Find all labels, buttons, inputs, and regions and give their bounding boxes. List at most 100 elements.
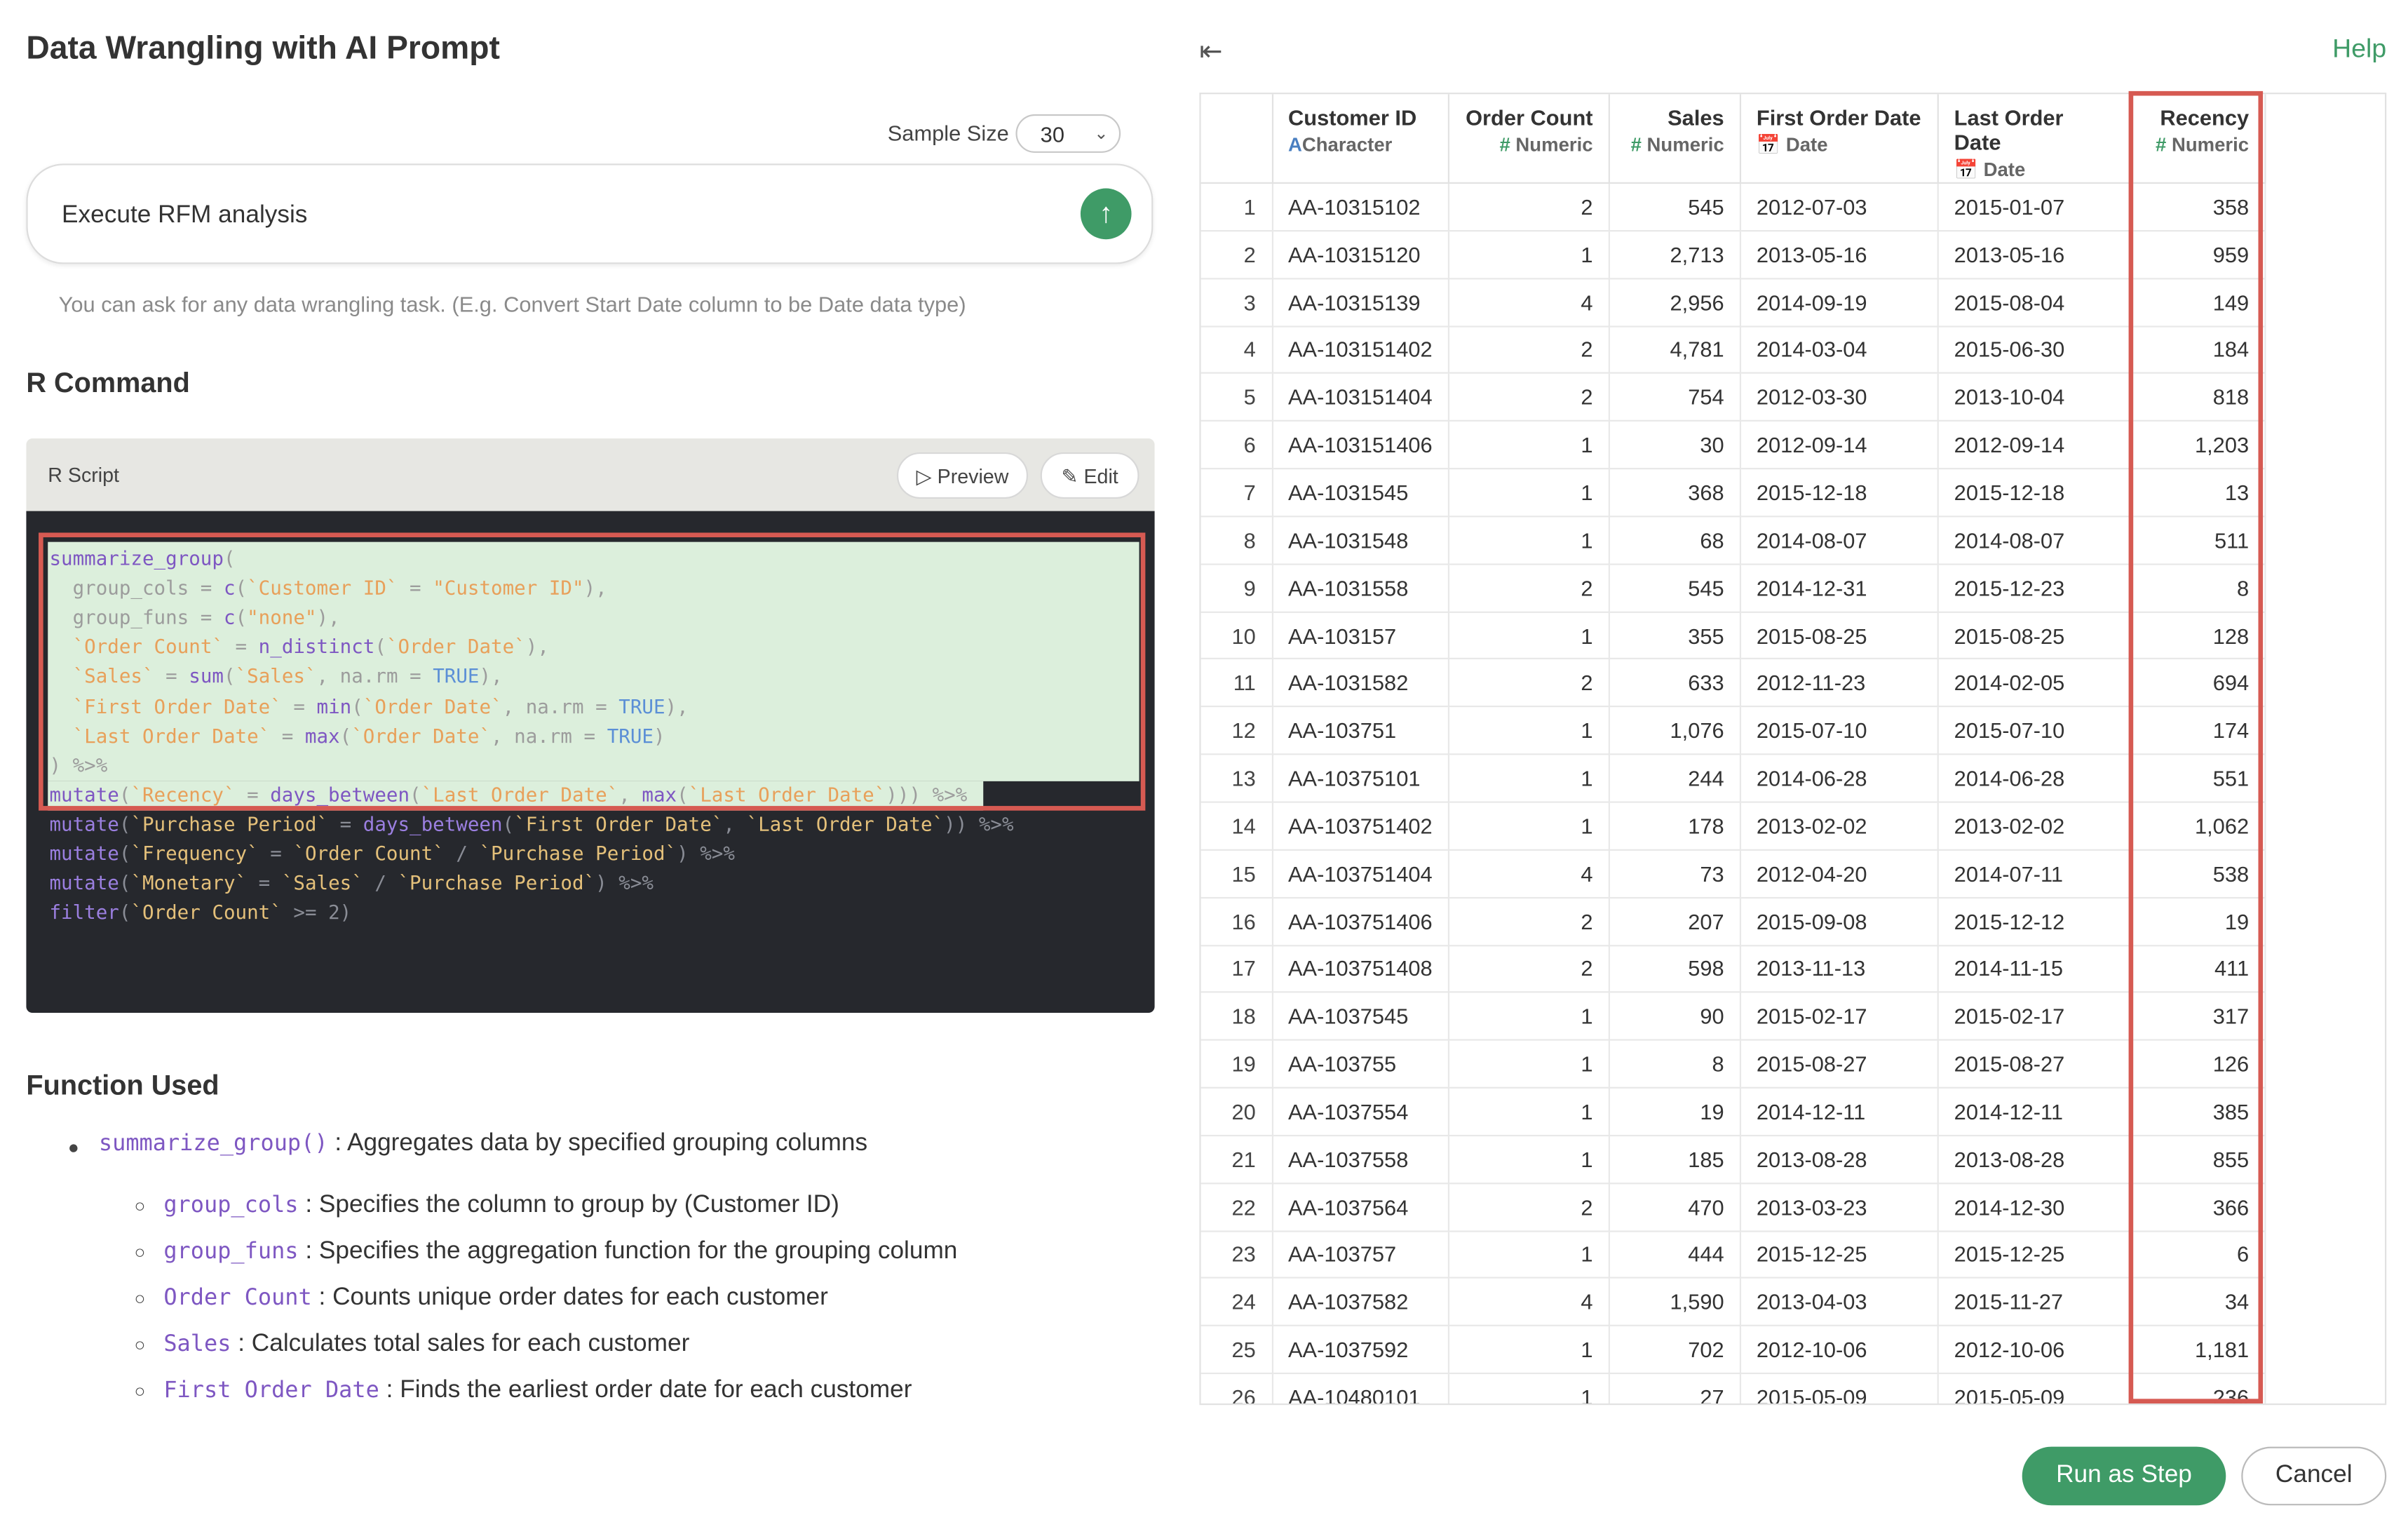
prompt-input[interactable]: Execute RFM analysis ↑ <box>26 163 1154 264</box>
highlight-box <box>39 532 1146 811</box>
table-row[interactable]: 10 AA-103157 1 355 2015-08-25 2015-08-25 128 <box>1200 611 2266 660</box>
table-row[interactable]: 16 AA-103751406 2 207 2015-09-08 2015-12-12 19 <box>1200 897 2266 946</box>
row-number-cell: 22 <box>1200 1183 1273 1232</box>
table-cell: 2 <box>1448 659 1610 708</box>
script-header: R Script ▷ Preview ✎ Edit <box>26 438 1155 511</box>
table-cell: 2012-11-23 <box>1740 659 1939 708</box>
table-row[interactable]: 18 AA-1037545 1 90 2015-02-17 2015-02-17 317 <box>1200 992 2266 1042</box>
row-number-cell: 11 <box>1200 659 1273 708</box>
table-cell: 2 <box>1448 182 1610 231</box>
column-header[interactable]: First Order Date 📅 Date <box>1740 94 1939 184</box>
table-cell: 1 <box>1448 611 1610 660</box>
column-header[interactable]: Sales # Numeric <box>1609 94 1741 184</box>
table-cell: 754 <box>1609 373 1741 422</box>
table-row[interactable]: 1 AA-10315102 2 545 2012-07-03 2015-01-07 358 <box>1200 182 2266 231</box>
table-cell: 1 <box>1448 1230 1610 1279</box>
table-row[interactable]: 13 AA-10375101 1 244 2014-06-28 2014-06-28 551 <box>1200 754 2266 803</box>
column-name: Last Order Date <box>1954 105 2064 155</box>
table-row[interactable]: 25 AA-1037592 1 702 2012-10-06 2012-10-06 1,18… <box>1200 1326 2266 1375</box>
table-row[interactable]: 11 AA-1031582 2 633 2012-11-23 2014-02-05 694 <box>1200 659 2266 708</box>
table-row[interactable]: 6 AA-103151406 1 30 2012-09-14 2012-09-14 1,20… <box>1200 421 2266 470</box>
table-cell: 1,590 <box>1609 1278 1741 1327</box>
table-cell: 2015-05-09 <box>1937 1373 2134 1403</box>
send-button[interactable]: ↑ <box>1080 188 1132 240</box>
table-row[interactable]: 2 AA-10315120 1 2,713 2013-05-16 2013-05-16 95… <box>1200 230 2266 279</box>
run-as-step-button[interactable]: Run as Step <box>2022 1446 2226 1506</box>
table-row[interactable]: 26 AA-10480101 1 27 2015-05-09 2015-05-09 236 <box>1200 1373 2266 1403</box>
column-type: 📅 Date <box>1756 134 1828 156</box>
column-header[interactable]: Last Order Date 📅 Date <box>1937 94 2134 184</box>
table-cell: 2015-11-27 <box>1937 1278 2134 1327</box>
table-row[interactable]: 5 AA-103151404 2 754 2012-03-30 2013-10-04 818 <box>1200 373 2266 422</box>
table-cell: 185 <box>1609 1135 1741 1184</box>
table-row[interactable]: 9 AA-1031558 2 545 2014-12-31 2015-12-23 8 <box>1200 564 2266 613</box>
table-cell: 1 <box>1448 230 1610 279</box>
table-cell: 1 <box>1448 1039 1610 1089</box>
column-header[interactable]: Order Count # Numeric <box>1448 94 1610 184</box>
table-row[interactable]: 4 AA-103151402 2 4,781 2014-03-04 2015-06-30 1… <box>1200 325 2266 375</box>
table-cell: AA-103751402 <box>1271 802 1449 851</box>
table-row[interactable]: 24 AA-1037582 4 1,590 2013-04-03 2015-11-27 34 <box>1200 1278 2266 1327</box>
table-row[interactable]: 15 AA-103751404 4 73 2012-04-20 2014-07-11 538 <box>1200 849 2266 898</box>
table-row[interactable]: 21 AA-1037558 1 185 2013-08-28 2013-08-28 855 <box>1200 1135 2266 1184</box>
table-cell: AA-103751404 <box>1271 849 1449 898</box>
table-row[interactable]: 12 AA-103751 1 1,076 2015-07-10 2015-07-10 174 <box>1200 706 2266 755</box>
help-link[interactable]: Help <box>2332 34 2386 65</box>
table-cell: 4,781 <box>1609 325 1741 375</box>
table-cell: 2015-08-27 <box>1937 1039 2134 1089</box>
edit-button[interactable]: ✎ Edit <box>1040 452 1139 499</box>
function-sub-item: Order Count : Counts unique order dates … <box>163 1284 828 1312</box>
table-cell: AA-103151404 <box>1271 373 1449 422</box>
preview-button[interactable]: ▷ Preview <box>896 452 1029 499</box>
table-cell: 2 <box>1448 373 1610 422</box>
column-name: First Order Date <box>1756 105 1921 130</box>
table-cell: 2015-12-23 <box>1937 564 2134 613</box>
script-label: R Script <box>48 463 120 487</box>
table-cell: 2014-09-19 <box>1740 278 1939 327</box>
table-row[interactable]: 20 AA-1037554 1 19 2014-12-11 2014-12-11 385 <box>1200 1087 2266 1136</box>
column-type: # Numeric <box>1499 134 1593 156</box>
sample-size-select[interactable]: 30 ⌄ <box>1015 114 1121 153</box>
table-row[interactable]: 7 AA-1031545 1 368 2015-12-18 2015-12-18 13 <box>1200 469 2266 518</box>
table-cell: AA-1037545 <box>1271 992 1449 1042</box>
row-number-cell: 6 <box>1200 421 1273 470</box>
table-row[interactable]: 19 AA-103755 1 8 2015-08-27 2015-08-27 126 <box>1200 1039 2266 1089</box>
table-cell: 2012-07-03 <box>1740 182 1939 231</box>
table-cell: 2015-12-18 <box>1937 469 2134 518</box>
table-cell: AA-103757 <box>1271 1230 1449 1279</box>
app-root: Data Wrangling with AI Prompt Sample Siz… <box>0 0 2408 1514</box>
table-row[interactable]: 8 AA-1031548 1 68 2014-08-07 2014-08-07 511 <box>1200 516 2266 565</box>
table-row[interactable]: 14 AA-103751402 1 178 2013-02-02 2013-02-02 1,… <box>1200 802 2266 851</box>
table-cell: 1 <box>1448 1135 1610 1184</box>
table-cell: AA-1031548 <box>1271 516 1449 565</box>
table-cell: 2015-02-17 <box>1937 992 2134 1042</box>
table-cell: AA-10315139 <box>1271 278 1449 327</box>
table-cell: 2013-02-02 <box>1740 802 1939 851</box>
table-cell: 1 <box>1448 1373 1610 1403</box>
collapse-panel-icon[interactable]: ⇤ <box>1199 36 1222 68</box>
table-cell: 2012-09-14 <box>1937 421 2134 470</box>
bullet: ● <box>67 1136 79 1158</box>
function-sub-item: group_cols : Specifies the column to gro… <box>163 1192 839 1220</box>
row-number-cell: 8 <box>1200 516 1273 565</box>
table-row[interactable]: 3 AA-10315139 4 2,956 2014-09-19 2015-08-04 14… <box>1200 278 2266 327</box>
column-name: Sales <box>1668 105 1724 130</box>
table-cell: 2014-12-11 <box>1740 1087 1939 1136</box>
table-cell: 2013-10-04 <box>1937 373 2134 422</box>
table-cell: 2012-10-06 <box>1937 1326 2134 1375</box>
table-cell: 2013-03-23 <box>1740 1183 1939 1232</box>
table-row[interactable]: 23 AA-103757 1 444 2015-12-25 2015-12-25 6 <box>1200 1230 2266 1279</box>
cancel-button[interactable]: Cancel <box>2241 1446 2387 1506</box>
table-cell: 2013-08-28 <box>1937 1135 2134 1184</box>
table-row[interactable]: 22 AA-1037564 2 470 2013-03-23 2014-12-30 366 <box>1200 1183 2266 1232</box>
chevron-down-icon: ⌄ <box>1094 125 1109 144</box>
table-row[interactable]: 17 AA-103751408 2 598 2013-11-13 2014-11-15 41… <box>1200 945 2266 994</box>
column-header[interactable]: Customer ID ACharacter <box>1271 94 1449 184</box>
table-cell: 2014-07-11 <box>1937 849 2134 898</box>
table-cell: 633 <box>1609 659 1741 708</box>
table-cell: AA-1031545 <box>1271 469 1449 518</box>
table-cell: AA-103157 <box>1271 611 1449 660</box>
table-cell: 2013-11-13 <box>1740 945 1939 994</box>
table-cell: AA-1031582 <box>1271 659 1449 708</box>
function-desc: : Counts unique order dates for each cus… <box>318 1284 828 1311</box>
